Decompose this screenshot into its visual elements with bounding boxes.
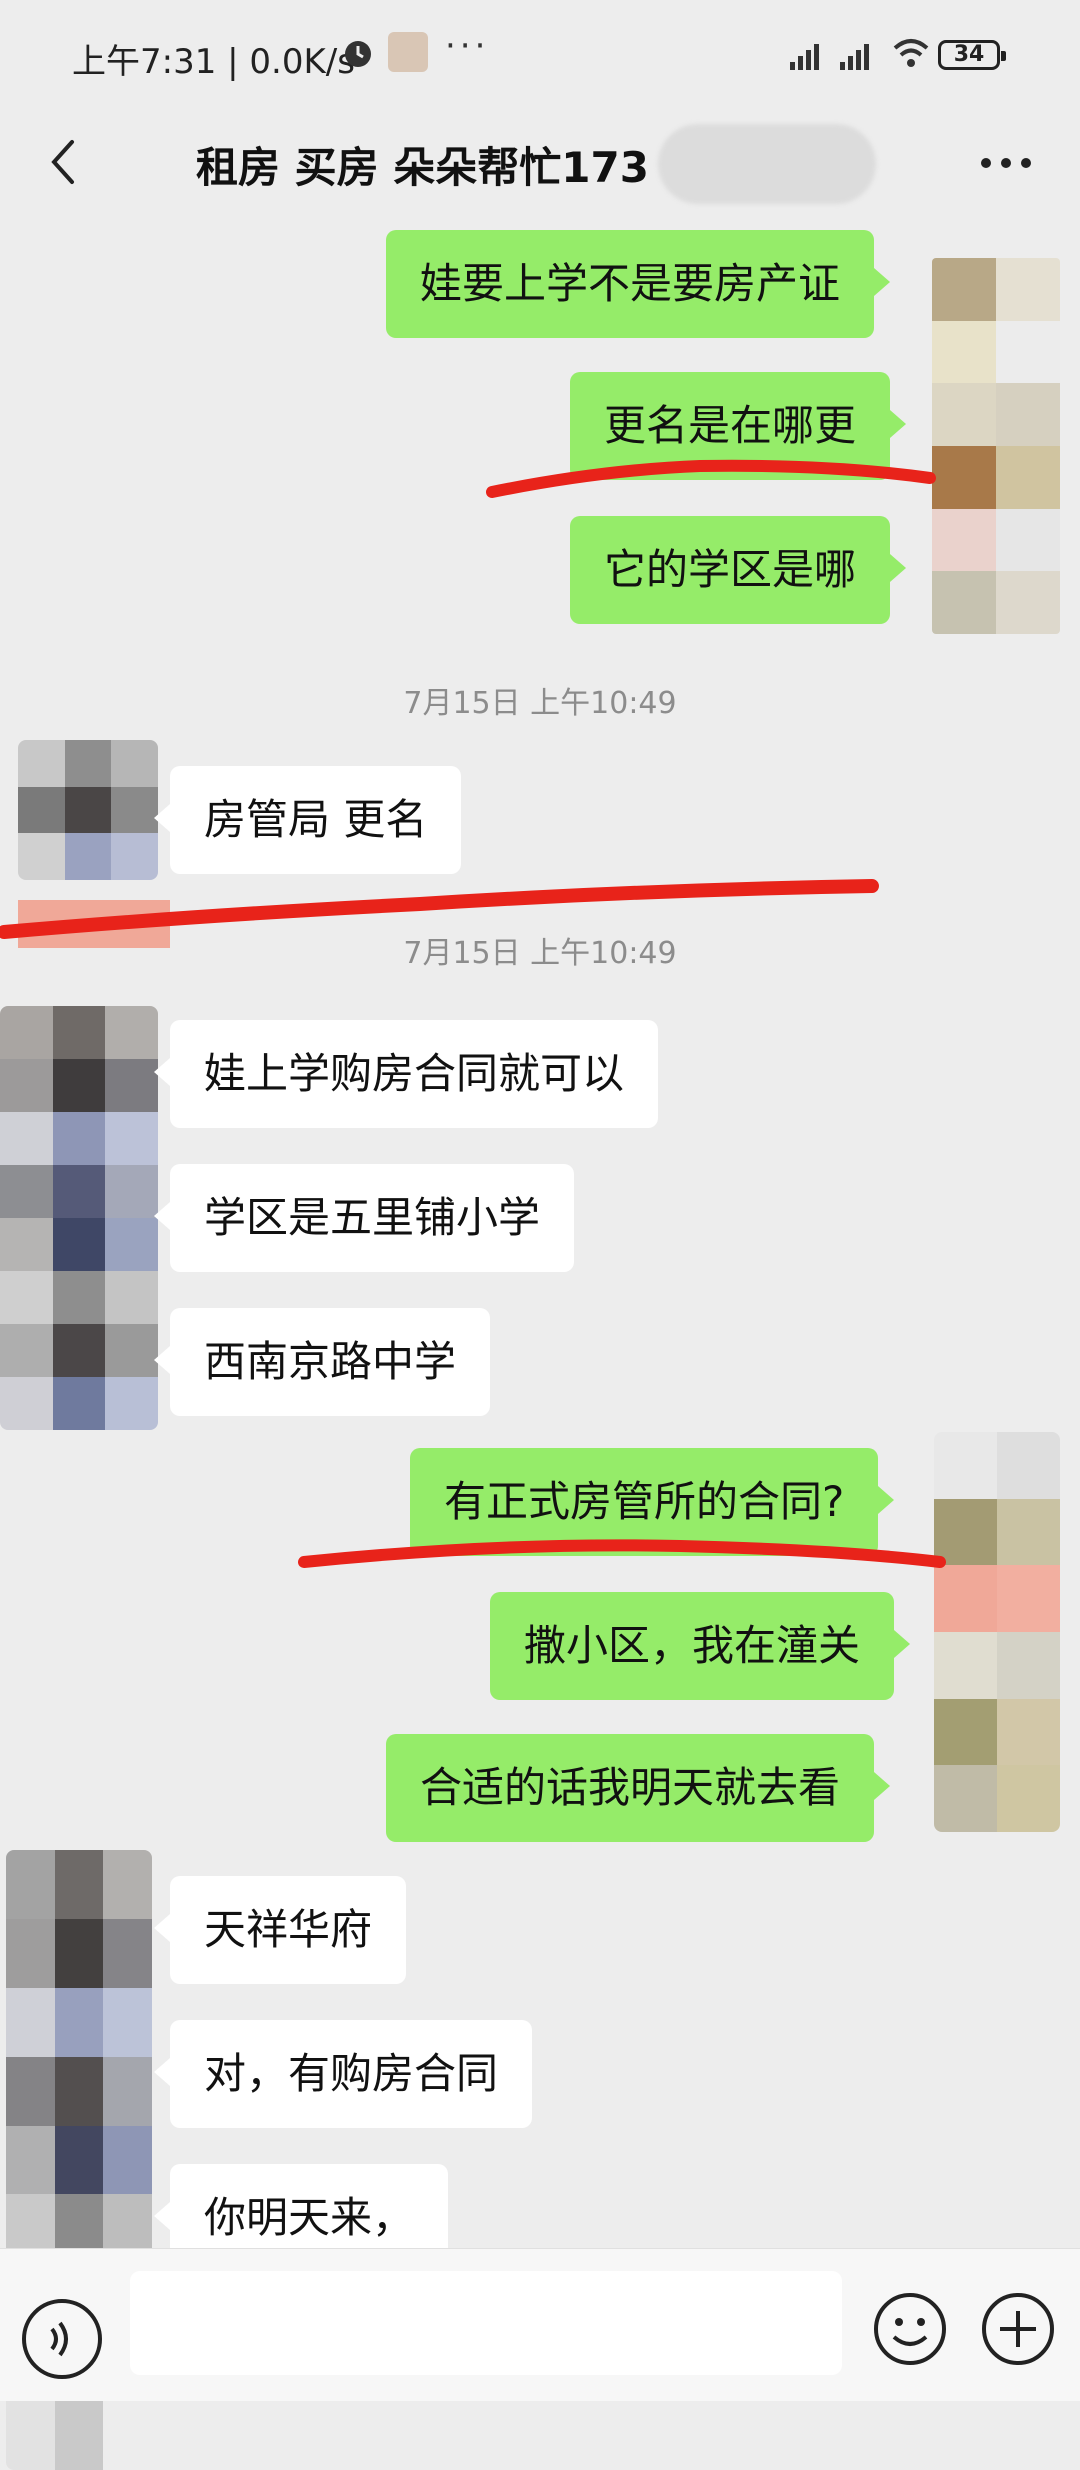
message-text: 学区是五里铺小学 — [204, 1193, 541, 1242]
plus-icon[interactable] — [978, 2289, 1058, 2369]
status-bar: 上午7:31 | 0.0K/s ··· 34 — [0, 0, 1080, 110]
emoji-icon[interactable] — [870, 2289, 950, 2369]
message-text: 对，有购房合同 — [204, 2049, 499, 2098]
contact-avatar[interactable] — [0, 1006, 158, 1430]
message-text: 它的学区是哪 — [604, 545, 857, 594]
message-bubble-incoming[interactable]: 娃上学购房合同就可以 — [153, 1020, 659, 1128]
back-chevron-icon[interactable] — [36, 132, 96, 192]
message-text: 房管局 更名 — [204, 795, 428, 844]
voice-icon[interactable] — [22, 2299, 102, 2379]
message-list[interactable]: 娃要上学不是要房产证 更名是在哪更 它的学区是哪 7月15日 上午10:49 房… — [0, 220, 1080, 2470]
own-avatar[interactable] — [932, 258, 1060, 634]
chat-title: 租房 买房 朵朵帮忙173 — [196, 143, 649, 192]
message-bubble-outgoing[interactable]: 它的学区是哪 — [570, 516, 907, 624]
message-bubble-incoming[interactable]: 房管局 更名 — [153, 766, 462, 874]
message-text: 撒小区，我在潼关 — [524, 1621, 861, 1670]
message-input[interactable] — [130, 2271, 842, 2375]
message-text: 西南京路中学 — [204, 1337, 457, 1386]
own-avatar[interactable] — [934, 1432, 1060, 1832]
wifi-icon — [893, 39, 929, 67]
signal-icon — [790, 44, 819, 70]
more-dots-icon[interactable] — [976, 138, 1036, 188]
notification-avatar-icon — [388, 32, 428, 72]
message-bubble-incoming[interactable]: 对，有购房合同 — [153, 2020, 533, 2128]
message-bubble-outgoing[interactable]: 娃要上学不是要房产证 — [386, 230, 891, 338]
message-text: 娃上学购房合同就可以 — [204, 1049, 625, 1098]
message-bubble-outgoing[interactable]: 更名是在哪更 — [570, 372, 907, 480]
status-more-icon: ··· — [445, 26, 490, 66]
redacted-title-blur — [658, 124, 876, 204]
message-text: 娃要上学不是要房产证 — [420, 259, 841, 308]
status-time: 上午7:31 | 0.0K/s — [72, 42, 355, 82]
message-bubble-outgoing[interactable]: 合适的话我明天就去看 — [386, 1734, 891, 1842]
message-bubble-incoming[interactable]: 学区是五里铺小学 — [153, 1164, 575, 1272]
message-text: 合适的话我明天就去看 — [420, 1763, 841, 1812]
chat-header: 租房 买房 朵朵帮忙173 — [0, 110, 1080, 220]
battery-level: 34 — [953, 42, 985, 67]
message-bubble-outgoing[interactable]: 有正式房管所的合同? — [410, 1448, 895, 1556]
battery-indicator: 34 — [938, 40, 1006, 70]
message-text: 你明天来， — [204, 2193, 415, 2242]
message-text: 有正式房管所的合同? — [444, 1477, 845, 1526]
message-bubble-incoming[interactable]: 西南京路中学 — [153, 1308, 491, 1416]
input-bar — [0, 2248, 1080, 2401]
message-text: 更名是在哪更 — [604, 401, 857, 450]
message-text: 天祥华府 — [204, 1905, 373, 1954]
contact-avatar[interactable] — [18, 740, 158, 880]
message-bubble-incoming[interactable]: 天祥华府 — [153, 1876, 407, 1984]
timestamp: 7月15日 上午10:49 — [403, 936, 677, 971]
alarm-icon — [345, 41, 371, 67]
message-bubble-outgoing[interactable]: 撒小区，我在潼关 — [490, 1592, 911, 1700]
timestamp: 7月15日 上午10:49 — [403, 686, 677, 721]
signal-icon — [840, 44, 869, 70]
